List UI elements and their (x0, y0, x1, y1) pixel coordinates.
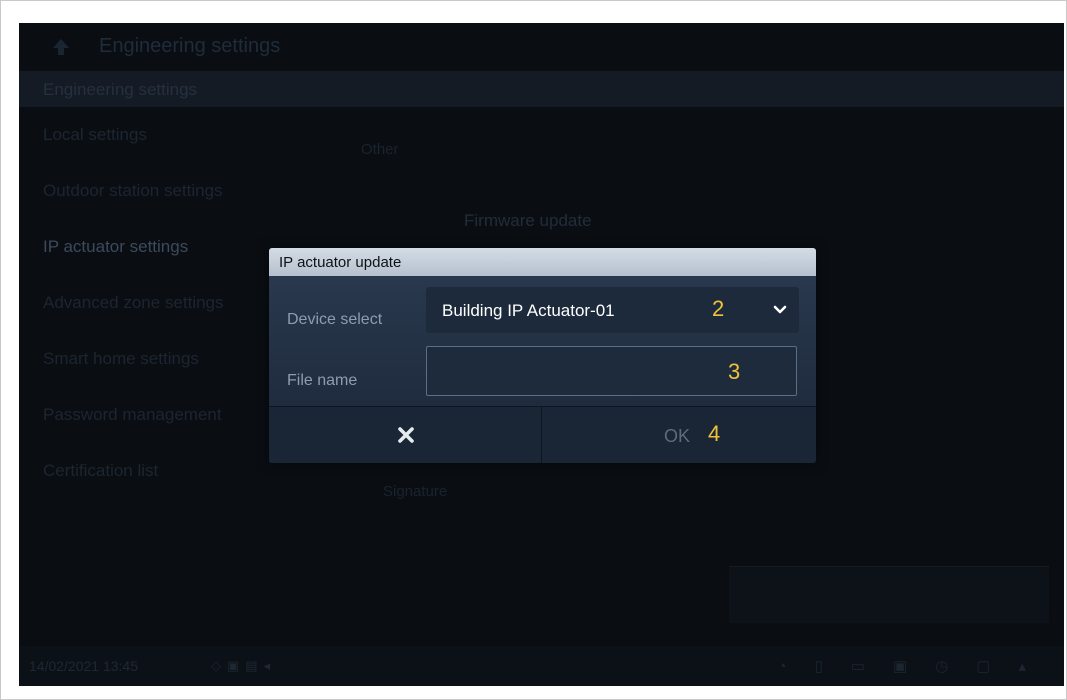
dialog-title: IP actuator update (269, 248, 816, 276)
callout-marker-2: 2 (712, 296, 725, 321)
back-arrow-icon[interactable] (51, 37, 71, 57)
ip-actuator-update-dialog: IP actuator update Device select Buildin… (269, 248, 816, 463)
cancel-button[interactable] (269, 407, 542, 463)
window-frame: Engineering settings Engineering setting… (0, 0, 1067, 700)
page-title: Engineering settings (99, 35, 281, 57)
menu-item-certification-list[interactable]: Certification list (19, 449, 269, 505)
section-header: Engineering settings (19, 71, 1064, 107)
menu-item-advanced-zone-settings[interactable]: Advanced zone settings (19, 281, 269, 337)
settings-menu: Local settings Outdoor station settings … (19, 113, 269, 505)
status-right-icons: ◔▯▭▣◷▢▴ (777, 658, 1054, 675)
device-select-label: Device select (287, 311, 383, 328)
callout-marker-3: 3 (728, 359, 741, 384)
chevron-down-icon[interactable] (773, 304, 787, 316)
device-screen: Engineering settings Engineering setting… (19, 23, 1064, 686)
menu-item-password-management[interactable]: Password management (19, 393, 269, 449)
other-label: Other (361, 141, 399, 158)
menu-item-ip-actuator-settings[interactable]: IP actuator settings (19, 225, 269, 281)
file-name-input[interactable] (426, 346, 797, 396)
status-bar: 14/02/2021 13:45 ◇▣▤◂ ◔▯▭▣◷▢▴ (19, 646, 1064, 686)
close-icon (398, 427, 414, 443)
menu-item-outdoor-station-settings[interactable]: Outdoor station settings (19, 169, 269, 225)
background-action-strip (729, 566, 1049, 623)
menu-item-local-settings[interactable]: Local settings (19, 113, 269, 169)
callout-marker-4: 4 (708, 421, 721, 446)
file-name-label: File name (287, 372, 358, 389)
device-select-dropdown[interactable]: Building IP Actuator-01 2 (426, 287, 799, 333)
status-datetime: 14/02/2021 13:45 (29, 658, 138, 674)
ok-button[interactable]: OK 4 (542, 407, 816, 463)
menu-item-smart-home-settings[interactable]: Smart home settings (19, 337, 269, 393)
ok-button-label: OK (664, 426, 691, 446)
signature-label: Signature (383, 483, 448, 500)
section-title: Engineering settings (43, 80, 198, 99)
top-bar: Engineering settings (19, 23, 1064, 69)
dialog-button-row: OK 4 (269, 406, 816, 463)
status-indicator-icons: ◇▣▤◂ (211, 658, 277, 673)
firmware-update-label: Firmware update (464, 211, 592, 230)
device-select-value: Building IP Actuator-01 (442, 301, 615, 320)
